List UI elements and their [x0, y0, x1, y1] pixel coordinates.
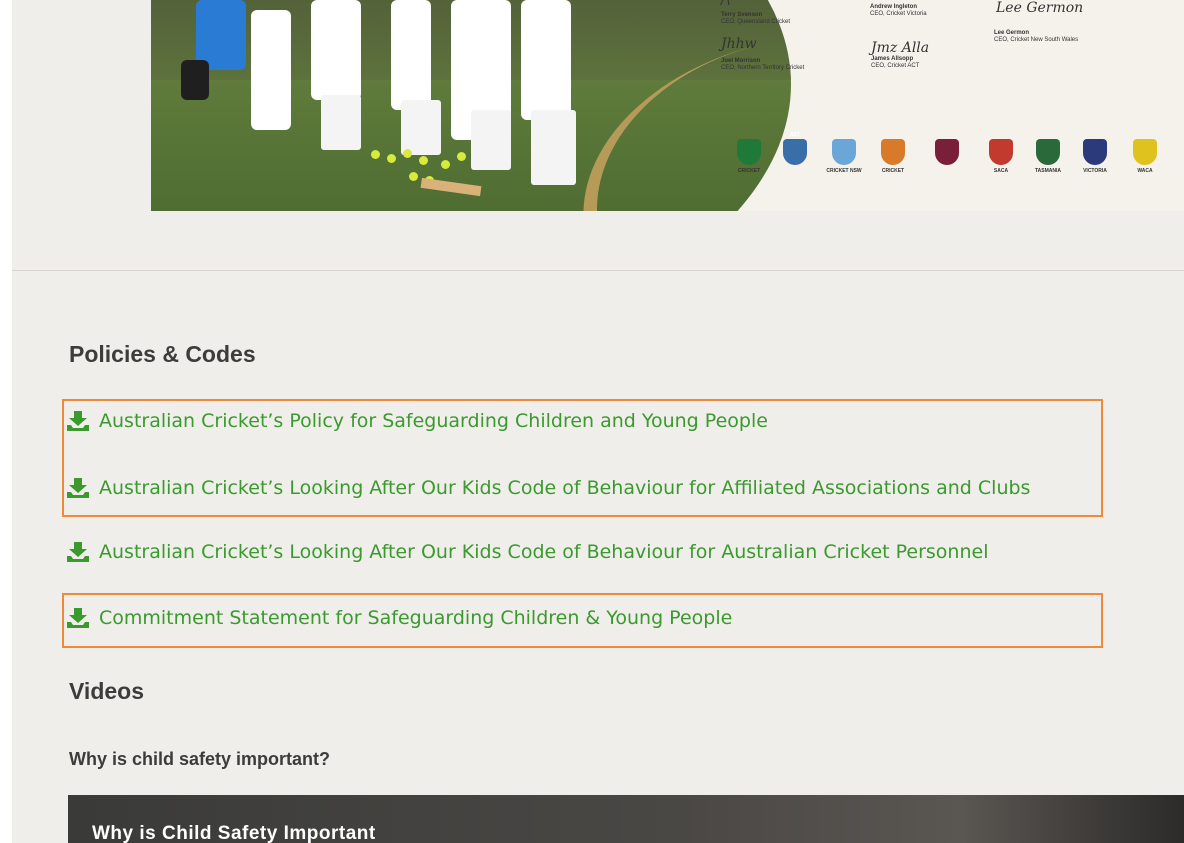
- signatory-name: Lee Germon: [994, 30, 1030, 36]
- signatory-role: CEO, Cricket Victoria: [870, 11, 927, 17]
- download-icon: [67, 411, 89, 431]
- video-title: Why is Child Safety Important: [92, 823, 376, 843]
- signatory-role: CEO, Cricket New South Wales: [994, 37, 1079, 43]
- link-label: Australian Cricket’s Looking After Our K…: [99, 541, 989, 563]
- logo-label: WACA: [1137, 168, 1153, 174]
- signatory-role: CEO, Queensland Cricket: [721, 19, 791, 25]
- cricket-act-logo: [783, 139, 807, 165]
- logo-label: CRICKET: [737, 168, 761, 174]
- signatory-name: Joel Morrison: [721, 58, 761, 64]
- page: /\ Terry Svenson CEO, Queensland Cricket …: [12, 0, 1184, 843]
- download-icon: [67, 608, 89, 628]
- download-icon: [67, 542, 89, 562]
- logo-label: SACA: [993, 168, 1009, 174]
- cricket-nsw-logo: [832, 139, 856, 165]
- policy-link-code-personnel[interactable]: Australian Cricket’s Looking After Our K…: [67, 541, 988, 563]
- link-label: Australian Cricket’s Looking After Our K…: [99, 477, 1031, 499]
- logo-label: TASMANIA: [1034, 168, 1061, 174]
- waca-logo: [1133, 139, 1157, 165]
- signatory-name: James Allsopp: [871, 56, 914, 62]
- cricket-victoria-logo: [1083, 139, 1107, 165]
- cricket-tasmania-logo: [1036, 139, 1060, 165]
- policy-link-commitment-statement[interactable]: Commitment Statement for Safeguarding Ch…: [67, 607, 732, 629]
- video-player[interactable]: Why is Child Safety Important: [68, 795, 1184, 843]
- northern-territory-cricket-logo: [881, 139, 905, 165]
- banner-image: /\ Terry Svenson CEO, Queensland Cricket …: [151, 0, 1184, 211]
- link-label: Australian Cricket’s Policy for Safeguar…: [99, 410, 768, 432]
- logo-label: ACT: [789, 132, 801, 138]
- section-divider: [12, 270, 1184, 271]
- link-label: Commitment Statement for Safeguarding Ch…: [99, 607, 733, 629]
- signatory-role: CEO, Cricket ACT: [871, 63, 920, 69]
- signatory-name: Terry Svenson: [721, 12, 763, 18]
- logo-label: CRICKET: [881, 168, 905, 174]
- queensland-cricket-logo: [935, 139, 959, 165]
- policies-heading: Policies & Codes: [69, 341, 256, 367]
- signatory-name: Andrew Ingleton: [870, 4, 917, 10]
- saca-logo: [989, 139, 1013, 165]
- cricket-australia-logo: [737, 139, 761, 165]
- policy-link-safeguarding[interactable]: Australian Cricket’s Policy for Safeguar…: [67, 410, 768, 432]
- download-icon: [67, 478, 89, 498]
- signatory-role: CEO, Northern Territory Cricket: [721, 65, 805, 71]
- policy-link-code-affiliated[interactable]: Australian Cricket’s Looking After Our K…: [67, 477, 1030, 499]
- logo-label: CRICKET NSW: [826, 168, 862, 174]
- logo-label: VICTORIA: [1083, 168, 1107, 174]
- video-subheading: Why is child safety important?: [69, 749, 331, 769]
- videos-heading: Videos: [69, 678, 144, 704]
